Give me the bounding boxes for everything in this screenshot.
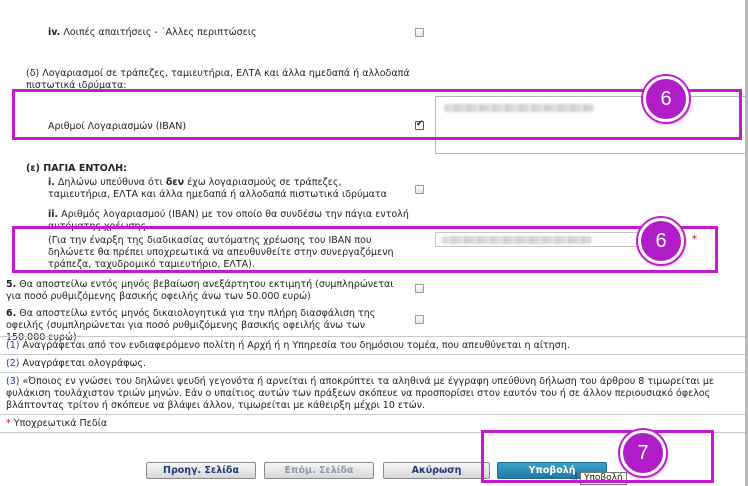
item-i-num: i. bbox=[48, 177, 55, 188]
section-d-label: (δ) Λογαριασμοί σε τράπεζες, ταμιευτήρια… bbox=[26, 68, 410, 90]
section-e-title: (ε) ΠΑΓΙΑ ΕΝΤΟΛΗ: bbox=[26, 163, 127, 174]
item-6-checkbox[interactable] bbox=[415, 315, 424, 324]
note-3-text: «Όποιος εν γνώσει του δηλώνει ψευδή γεγο… bbox=[6, 376, 715, 411]
annotation-badge-6a: 6 bbox=[643, 76, 689, 122]
callout-iban-input bbox=[12, 226, 718, 273]
divider bbox=[0, 336, 748, 337]
item-5: 5. Θα αποστείλω εντός μηνός βεβαίωση ανε… bbox=[6, 279, 406, 303]
item-iv-num: iv. bbox=[48, 27, 61, 38]
note-1-text: Αναγράφεται από τον ενδιαφερόμενο πολίτη… bbox=[22, 340, 570, 351]
annotation-badge-6b: 6 bbox=[638, 218, 684, 264]
item-5-checkbox[interactable] bbox=[415, 284, 424, 293]
callout-submit bbox=[481, 430, 714, 483]
item-iv-checkbox[interactable] bbox=[415, 28, 424, 37]
note-3-num: (3) bbox=[6, 376, 20, 387]
annotation-badge-7: 7 bbox=[620, 430, 666, 476]
note-1-num: (1) bbox=[6, 340, 20, 351]
note-2: (2) Αναγράφεται ολογράφως. bbox=[6, 358, 746, 370]
divider bbox=[0, 372, 748, 373]
item-6: 6. Θα αποστείλω εντός μηνός δικαιολογητι… bbox=[6, 308, 406, 344]
note-2-num: (2) bbox=[6, 358, 20, 369]
item-iv-label: Λοιπές απαιτήσεις - ˙Αλλες περιπτώσεις bbox=[63, 27, 257, 38]
item-6-num: 6. bbox=[6, 308, 17, 319]
item-6-text: Θα αποστείλω εντός μηνός δικαιολογητικά … bbox=[6, 308, 376, 343]
item-iv: iv. Λοιπές απαιτήσεις - ˙Αλλες περιπτώσε… bbox=[48, 27, 408, 39]
item-5-num: 5. bbox=[6, 279, 17, 290]
note-1: (1) Αναγράφεται από τον ενδιαφερόμενο πο… bbox=[6, 340, 746, 352]
section-e-item-i: i. Δηλώνω υπεύθυνα ότι δεν έχω λογαριασμ… bbox=[48, 177, 400, 201]
prev-page-button[interactable]: Προηγ. Σελίδα bbox=[146, 462, 256, 479]
required-legend-mark: * bbox=[6, 418, 11, 429]
divider bbox=[0, 414, 748, 415]
item-ii-num: ii. bbox=[48, 209, 59, 220]
item-5-text: Θα αποστείλω εντός μηνός βεβαίωση ανεξάρ… bbox=[6, 279, 394, 302]
next-page-button[interactable]: Επόμ. Σελίδα bbox=[264, 462, 374, 479]
item-i-checkbox[interactable] bbox=[415, 185, 424, 194]
divider bbox=[0, 354, 748, 355]
item-i-text-a: Δηλώνω υπεύθυνα ότι bbox=[57, 177, 163, 188]
cancel-button[interactable]: Ακύρωση bbox=[383, 462, 490, 479]
item-i-text-bold: δεν bbox=[165, 177, 185, 188]
note-3: (3) «Όποιος εν γνώσει του δηλώνει ψευδή … bbox=[6, 376, 746, 414]
required-legend-text: Υποχρεωτικά Πεδία bbox=[13, 418, 108, 429]
required-legend: * Υποχρεωτικά Πεδία bbox=[6, 418, 107, 430]
note-2-text: Αναγράφεται ολογράφως. bbox=[22, 358, 147, 369]
callout-iban-section bbox=[12, 89, 742, 140]
